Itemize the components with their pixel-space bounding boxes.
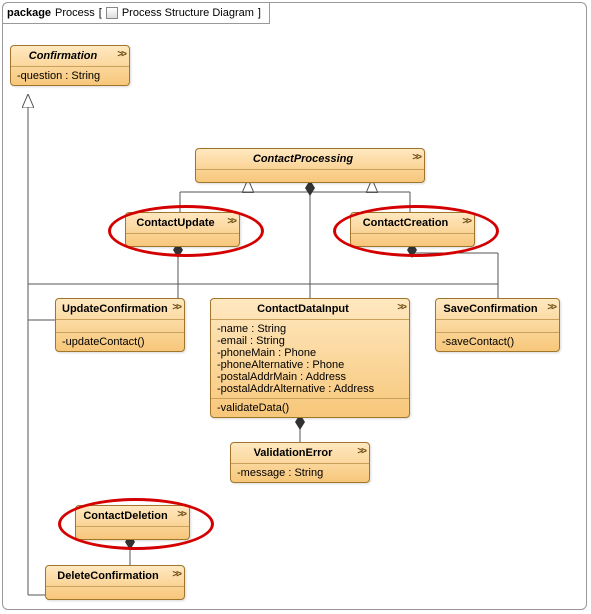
diagram-icon <box>106 7 118 19</box>
class-name: ContactUpdate <box>136 217 214 229</box>
diagram-canvas: package Process [ Process Structure Diag… <box>0 0 591 614</box>
chevron-icon: >> <box>357 446 365 457</box>
package-keyword: package <box>7 7 51 19</box>
class-name: ContactDeletion <box>83 510 167 522</box>
attr: -postalAddrAlternative : Address <box>217 383 403 395</box>
class-name: ValidationError <box>254 447 333 459</box>
class-contactupdate[interactable]: ContactUpdate >> <box>125 212 240 247</box>
attr: -postalAddrMain : Address <box>217 371 403 383</box>
chevron-icon: >> <box>117 49 125 60</box>
chevron-icon: >> <box>412 152 420 163</box>
attr: -question : String <box>17 70 123 82</box>
class-contactdatainput[interactable]: ContactDataInput >> -name : String -email… <box>210 298 410 418</box>
diagram-type: Process Structure Diagram <box>122 7 254 19</box>
class-validationerror[interactable]: ValidationError >> -message : String <box>230 442 370 483</box>
class-deleteconfirmation[interactable]: DeleteConfirmation >> <box>45 565 185 600</box>
bracket-close: ] <box>258 7 261 19</box>
package-tab: package Process [ Process Structure Diag… <box>2 2 270 24</box>
chevron-icon: >> <box>397 302 405 313</box>
attr: -phoneAlternative : Phone <box>217 359 403 371</box>
op: -validateData() <box>217 402 403 414</box>
op: -saveContact() <box>442 336 553 348</box>
class-name: SaveConfirmation <box>443 303 537 315</box>
package-name: Process <box>55 7 95 19</box>
class-name: DeleteConfirmation <box>57 570 158 582</box>
attr: -phoneMain : Phone <box>217 347 403 359</box>
class-confirmation[interactable]: Confirmation >> -question : String <box>10 45 130 86</box>
chevron-icon: >> <box>462 216 470 227</box>
class-name: ContactDataInput <box>257 303 349 315</box>
class-contactprocessing[interactable]: ContactProcessing >> <box>195 148 425 183</box>
class-contactcreation[interactable]: ContactCreation >> <box>350 212 475 247</box>
chevron-icon: >> <box>172 302 180 313</box>
class-saveconfirmation[interactable]: SaveConfirmation >> -saveContact() <box>435 298 560 352</box>
class-name: ContactProcessing <box>253 153 353 165</box>
class-name: ContactCreation <box>363 217 449 229</box>
class-contactdeletion[interactable]: ContactDeletion >> <box>75 505 190 540</box>
chevron-icon: >> <box>172 569 180 580</box>
attr: -email : String <box>217 335 403 347</box>
attr: -message : String <box>237 467 363 479</box>
class-updateconfirmation[interactable]: UpdateConfirmation >> -updateContact() <box>55 298 185 352</box>
bracket-open: [ <box>99 7 102 19</box>
attr: -name : String <box>217 323 403 335</box>
chevron-icon: >> <box>227 216 235 227</box>
class-name: UpdateConfirmation <box>62 303 168 315</box>
class-name: Confirmation <box>29 50 97 62</box>
chevron-icon: >> <box>547 302 555 313</box>
op: -updateContact() <box>62 336 178 348</box>
chevron-icon: >> <box>177 509 185 520</box>
